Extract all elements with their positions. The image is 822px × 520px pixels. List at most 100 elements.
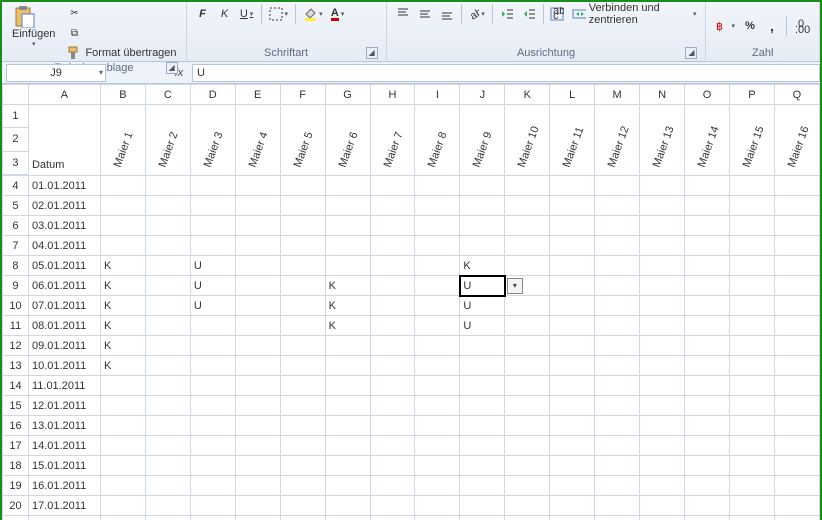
cell-G18[interactable] [325,456,370,476]
font-launcher[interactable]: ◢ [366,47,378,59]
cell-J4[interactable] [460,176,505,196]
cell-E7[interactable] [235,236,280,256]
cell-D9[interactable]: U [190,276,235,296]
cell-Q10[interactable] [774,296,819,316]
cell-Q12[interactable] [774,336,819,356]
wrap-text-button[interactable]: abc [547,4,567,24]
cell-F6[interactable] [280,216,325,236]
cell-B19[interactable] [100,476,145,496]
cell-L16[interactable] [550,416,595,436]
cell-K5[interactable] [505,196,550,216]
cell-C9[interactable] [145,276,190,296]
col-header-L[interactable]: L [550,85,595,105]
header-datum[interactable]: Datum [28,105,100,176]
col-header-N[interactable]: N [640,85,685,105]
cell-Q21[interactable] [774,516,819,520]
cell-I13[interactable] [415,356,460,376]
row-header-9[interactable]: 9 [3,276,29,296]
cell-K4[interactable] [505,176,550,196]
cell-Q18[interactable] [774,456,819,476]
cell-P5[interactable] [729,196,774,216]
align-middle-button[interactable] [415,4,435,24]
cell-F21[interactable] [280,516,325,520]
cell-H8[interactable] [370,256,415,276]
cell-A20[interactable]: 17.01.2011 [28,496,100,516]
col-header-D[interactable]: D [190,85,235,105]
cell-C16[interactable] [145,416,190,436]
cell-A11[interactable]: 08.01.2011 [28,316,100,336]
cell-J9[interactable]: U [460,276,505,296]
copy-button[interactable]: ⧉ [63,24,179,42]
cell-P20[interactable] [729,496,774,516]
cell-F14[interactable] [280,376,325,396]
row-header-12[interactable]: 12 [3,336,29,356]
cell-I20[interactable] [415,496,460,516]
cell-D20[interactable] [190,496,235,516]
cell-O16[interactable] [685,416,730,436]
cell-M4[interactable] [595,176,640,196]
cell-J17[interactable] [460,436,505,456]
cell-P10[interactable] [729,296,774,316]
header-name-12[interactable]: Maier 12 [595,105,640,176]
cell-D16[interactable] [190,416,235,436]
header-name-2[interactable]: Maier 2 [145,105,190,176]
cell-O21[interactable] [685,516,730,520]
col-header-G[interactable]: G [325,85,370,105]
cell-K15[interactable] [505,396,550,416]
cell-B10[interactable]: K [100,296,145,316]
format-painter-button[interactable]: Format übertragen [63,44,179,62]
col-header-Q[interactable]: Q [774,85,819,105]
cell-F4[interactable] [280,176,325,196]
increase-indent-button[interactable] [519,4,539,24]
cell-F11[interactable] [280,316,325,336]
cell-M7[interactable] [595,236,640,256]
row-header-15[interactable]: 15 [3,396,29,416]
cell-Q11[interactable] [774,316,819,336]
cell-K13[interactable] [505,356,550,376]
header-name-3[interactable]: Maier 3 [190,105,235,176]
border-button[interactable] [266,4,292,24]
cell-A4[interactable]: 01.01.2011 [28,176,100,196]
cell-L14[interactable] [550,376,595,396]
cell-F19[interactable] [280,476,325,496]
cell-K10[interactable] [505,296,550,316]
cell-O17[interactable] [685,436,730,456]
cell-D18[interactable] [190,456,235,476]
accounting-format-button[interactable]: ฿ [712,16,738,36]
row-header-20[interactable]: 20 [3,496,29,516]
cell-N6[interactable] [640,216,685,236]
row-header-7[interactable]: 7 [3,236,29,256]
header-name-16[interactable]: Maier 16 [774,105,819,176]
cell-G5[interactable] [325,196,370,216]
cell-K14[interactable] [505,376,550,396]
cell-H14[interactable] [370,376,415,396]
cell-M5[interactable] [595,196,640,216]
cell-N7[interactable] [640,236,685,256]
cell-L15[interactable] [550,396,595,416]
cell-P12[interactable] [729,336,774,356]
cell-F20[interactable] [280,496,325,516]
header-name-13[interactable]: Maier 13 [640,105,685,176]
cell-B13[interactable]: K [100,356,145,376]
cell-G12[interactable] [325,336,370,356]
cell-D15[interactable] [190,396,235,416]
cell-Q16[interactable] [774,416,819,436]
cell-F8[interactable] [280,256,325,276]
cell-H13[interactable] [370,356,415,376]
cell-G21[interactable] [325,516,370,520]
cell-J13[interactable] [460,356,505,376]
cell-P7[interactable] [729,236,774,256]
cell-A16[interactable]: 13.01.2011 [28,416,100,436]
cell-E13[interactable] [235,356,280,376]
cell-P4[interactable] [729,176,774,196]
cell-B4[interactable] [100,176,145,196]
cell-O13[interactable] [685,356,730,376]
cell-Q19[interactable] [774,476,819,496]
cell-B7[interactable] [100,236,145,256]
cell-C17[interactable] [145,436,190,456]
cell-F17[interactable] [280,436,325,456]
col-header-B[interactable]: B [100,85,145,105]
cell-N8[interactable] [640,256,685,276]
cell-I5[interactable] [415,196,460,216]
cell-H17[interactable] [370,436,415,456]
